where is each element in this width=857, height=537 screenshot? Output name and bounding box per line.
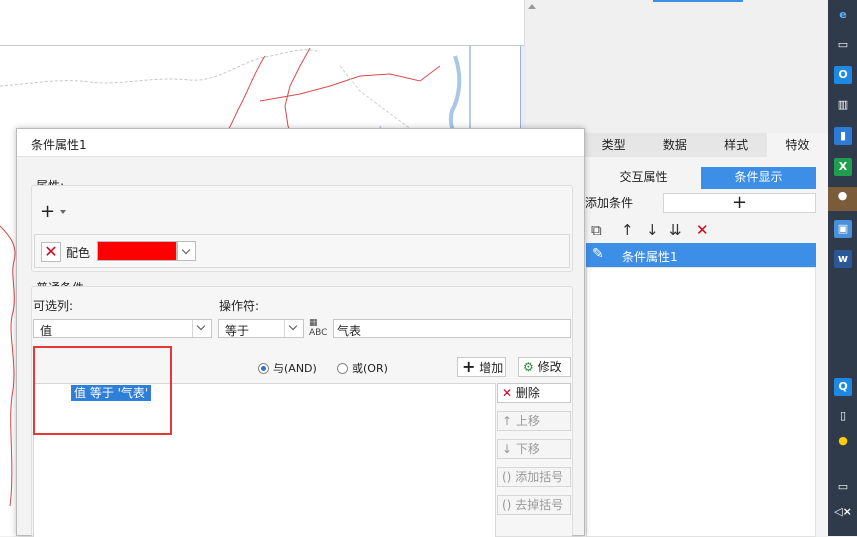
- dialog-title: 条件属性1: [31, 138, 87, 152]
- add-attribute-button[interactable]: +: [40, 203, 70, 223]
- background-toolbar-area: [0, 0, 540, 46]
- effects-sub-tabs: 交互属性 条件显示: [583, 167, 828, 189]
- annotation-highlight-box: [33, 346, 172, 435]
- property-tabs: 类型 数据 样式 特效: [583, 133, 828, 157]
- condition-list-item[interactable]: ✎ 条件属性1: [586, 243, 816, 268]
- property-panel: 类型 数据 样式 特效 交互属性 条件显示 添加条件 + ⧉ ↑ ↓ ⇊ ✕ ✎…: [583, 133, 828, 537]
- color-attribute-row: ✕ 配色: [34, 234, 570, 268]
- radio-and-label: 与(AND): [273, 362, 317, 375]
- wechat-icon[interactable]: ●: [828, 187, 857, 211]
- battery-icon[interactable]: ▭: [834, 478, 852, 496]
- sub-tab-conditional-display[interactable]: 条件显示: [701, 167, 816, 189]
- delete-icon: ✕: [502, 386, 513, 400]
- copy-icon[interactable]: ⧉: [591, 221, 602, 239]
- column-dropdown-button[interactable]: [192, 320, 211, 337]
- remove-bracket-button[interactable]: () 去掉括号: [497, 495, 571, 515]
- radio-or[interactable]: 或(OR): [337, 360, 388, 376]
- remove-bracket-label: 去掉括号: [515, 498, 564, 512]
- chevron-down-icon: [196, 321, 206, 331]
- selection-indicator: [653, 0, 743, 2]
- delete-button[interactable]: ✕ 删除: [497, 383, 571, 403]
- qq-icon[interactable]: Q: [834, 378, 852, 396]
- condition-list-area: [586, 267, 816, 537]
- plus-icon: +: [731, 192, 748, 213]
- tab-data[interactable]: 数据: [644, 133, 705, 157]
- red-x-icon[interactable]: ✕: [41, 242, 61, 262]
- bracket-icon: (): [502, 470, 512, 484]
- tab-style[interactable]: 样式: [706, 133, 767, 157]
- operator-label: 操作符:: [219, 299, 260, 313]
- condition-item-label: 条件属性1: [622, 250, 678, 264]
- tab-type[interactable]: 类型: [583, 133, 644, 157]
- modify-button-label: 修改: [537, 360, 562, 374]
- add-button-label: 增加: [479, 361, 504, 375]
- abc-formula-icon[interactable]: ▦ ABC: [309, 318, 327, 338]
- move-up-button[interactable]: ↑ 上移: [497, 411, 571, 431]
- operator-select[interactable]: 等于: [218, 319, 304, 338]
- edit-gear-icon: ⚙: [523, 360, 534, 374]
- phone-icon[interactable]: ▯: [834, 407, 852, 425]
- value-input[interactable]: 气表: [333, 319, 571, 338]
- chevron-down-icon: [288, 321, 298, 331]
- column-select[interactable]: 值: [33, 319, 212, 338]
- scroll-up-icon[interactable]: [528, 4, 536, 9]
- word-icon[interactable]: ▥: [834, 96, 852, 114]
- color-label: 配色: [66, 246, 91, 260]
- radio-and[interactable]: 与(AND): [258, 360, 317, 376]
- dialog-title-bar: 条件属性1: [17, 129, 584, 157]
- add-bracket-button[interactable]: () 添加括号: [497, 467, 571, 487]
- word-icon[interactable]: w: [834, 250, 852, 268]
- background-scrollbar[interactable]: [524, 0, 540, 46]
- condition-toolbar: ⧉ ↑ ↓ ⇊ ✕: [583, 219, 828, 243]
- add-condition-row: 添加条件 +: [583, 191, 828, 215]
- move-up-icon: ↑: [502, 414, 513, 428]
- color-swatch[interactable]: [97, 241, 177, 261]
- delete-icon[interactable]: ✕: [696, 221, 709, 239]
- column-value: 值: [40, 324, 53, 338]
- taskbar: e ▭ O ▥ ▮ X ● ▣ w Q ▯ ● ▭ ◁×: [828, 0, 857, 536]
- move-bottom-icon[interactable]: ⇊: [669, 221, 682, 239]
- remove-bracket-icon: (): [502, 498, 512, 512]
- background-right-area: [583, 0, 828, 130]
- chevron-down-icon: [60, 210, 66, 214]
- operator-dropdown-button[interactable]: [284, 320, 303, 337]
- delete-button-label: 删除: [515, 386, 540, 400]
- ie-icon[interactable]: e: [834, 6, 852, 24]
- value-text: 气表: [337, 324, 362, 338]
- network-icon[interactable]: ▭: [834, 36, 852, 54]
- condition-attribute-dialog: 条件属性1 属性: + ✕ 配色 普通条件 可选列: 值 操作符: 等于 ▦AB…: [16, 128, 585, 537]
- move-down-button[interactable]: ↓ 下移: [497, 439, 571, 459]
- pencil-icon: ✎: [592, 246, 604, 262]
- add-bracket-label: 添加括号: [515, 470, 564, 484]
- move-down-icon[interactable]: ↓: [646, 221, 659, 239]
- qq-browser-icon[interactable]: O: [834, 66, 852, 84]
- attributes-group: + ✕ 配色: [31, 185, 573, 272]
- radio-unselected-icon: [337, 363, 348, 374]
- move-up-label: 上移: [515, 414, 540, 428]
- move-down-label: 下移: [515, 442, 540, 456]
- plus-icon: +: [40, 201, 56, 222]
- add-condition-label: 添加条件: [585, 196, 634, 210]
- app-icon[interactable]: ▮: [834, 127, 852, 145]
- modify-button[interactable]: ⚙ 修改: [518, 357, 571, 377]
- move-up-icon[interactable]: ↑: [621, 221, 634, 239]
- plus-icon: +: [462, 357, 476, 376]
- operator-value: 等于: [225, 324, 250, 338]
- volume-mute-icon[interactable]: ◁×: [834, 503, 852, 521]
- tab-effects[interactable]: 特效: [766, 133, 828, 157]
- radio-selected-icon: [258, 363, 269, 374]
- move-down-icon: ↓: [502, 442, 513, 456]
- radio-or-label: 或(OR): [352, 362, 388, 375]
- add-condition-button[interactable]: +: [663, 193, 816, 213]
- color-dropdown-button[interactable]: [177, 241, 196, 261]
- image-icon[interactable]: ▣: [834, 220, 852, 238]
- penguin-icon[interactable]: ●: [834, 432, 852, 450]
- add-button[interactable]: + 增加: [457, 357, 506, 377]
- chevron-down-icon: [181, 245, 191, 255]
- excel-icon[interactable]: X: [834, 158, 852, 176]
- sub-tab-interaction[interactable]: 交互属性: [586, 167, 701, 189]
- column-label: 可选列:: [33, 299, 74, 313]
